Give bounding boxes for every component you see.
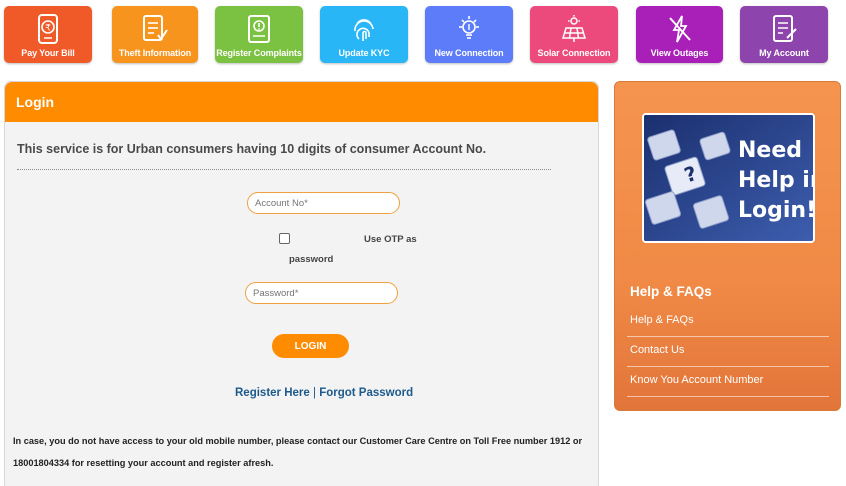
tile-label: Solar Connection (537, 48, 611, 58)
account-document-icon (769, 14, 799, 44)
service-notice: This service is for Urban consumers havi… (17, 142, 487, 156)
view-outages-tile[interactable]: View Outages (636, 6, 723, 63)
my-account-tile[interactable]: My Account (740, 6, 828, 63)
banner-text-line2: Help in (738, 168, 815, 193)
account-links: Register Here | Forgot Password (235, 387, 413, 399)
pay-your-bill-tile[interactable]: ₹ Pay Your Bill (4, 6, 92, 63)
help-title: Help & FAQs (630, 284, 712, 299)
banner-text-line1: Need (738, 138, 802, 163)
login-header: Login (5, 82, 598, 122)
login-panel: Login This service is for Urban consumer… (4, 81, 599, 486)
otp-label: Use OTP as (364, 234, 417, 245)
svg-text:₹: ₹ (45, 24, 51, 34)
password-input[interactable] (245, 282, 398, 304)
fingerprint-icon (349, 14, 379, 44)
help-item-contact-us[interactable]: Contact Us (627, 344, 829, 367)
use-otp-checkbox[interactable] (279, 233, 290, 244)
tile-label: New Connection (434, 48, 504, 58)
rupee-bill-icon: ₹ (33, 14, 63, 44)
solar-panel-icon (559, 14, 589, 44)
otp-label-continued: password (289, 254, 334, 265)
power-off-icon (665, 14, 695, 44)
divider (17, 169, 551, 170)
support-info-text: In case, you do not have access to your … (13, 436, 583, 468)
help-panel: ? Need Help in Login! Help & FAQs Help &… (614, 81, 841, 411)
help-item-know-account-number[interactable]: Know You Account Number (627, 374, 829, 397)
lightbulb-icon (454, 14, 484, 44)
login-button[interactable]: LOGIN (272, 334, 349, 358)
document-check-icon (140, 14, 170, 44)
forgot-password-link[interactable]: Forgot Password (319, 387, 413, 399)
register-complaints-tile[interactable]: Register Complaints (215, 6, 303, 63)
tile-label: Update KYC (338, 48, 390, 58)
need-help-banner-image[interactable]: ? Need Help in Login! (642, 113, 815, 243)
tile-label: Register Complaints (216, 48, 302, 58)
update-kyc-tile[interactable]: Update KYC (320, 6, 408, 63)
service-tiles: ₹ Pay Your Bill Theft Information Regist… (0, 0, 846, 72)
new-connection-tile[interactable]: New Connection (425, 6, 513, 63)
theft-information-tile[interactable]: Theft Information (112, 6, 198, 63)
banner-text-line3: Login! (738, 198, 815, 223)
link-separator: | (313, 387, 316, 399)
register-here-link[interactable]: Register Here (235, 387, 310, 399)
account-number-input[interactable] (247, 192, 400, 214)
solar-connection-tile[interactable]: Solar Connection (530, 6, 618, 63)
help-item-help-faqs[interactable]: Help & FAQs (627, 314, 829, 337)
tile-label: My Account (759, 48, 809, 58)
tile-label: Pay Your Bill (21, 48, 75, 58)
tile-label: View Outages (650, 48, 709, 58)
tile-label: Theft Information (118, 48, 192, 58)
complaint-document-icon (244, 14, 274, 44)
